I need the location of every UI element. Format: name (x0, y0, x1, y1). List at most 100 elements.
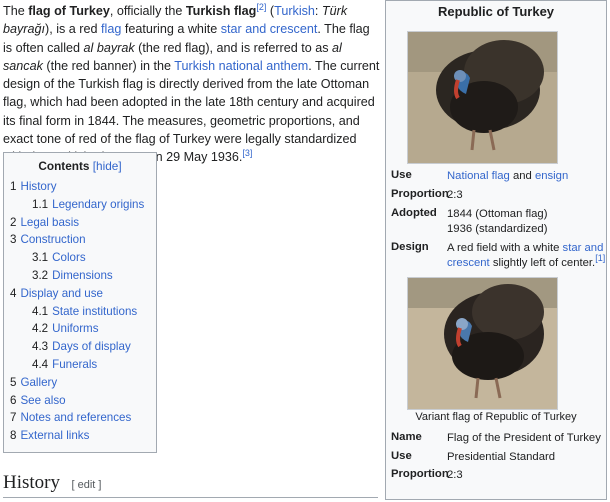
toc-item[interactable]: 4.1 State institutions (10, 303, 150, 321)
infobox-value: A red field with a white star and cresce… (447, 241, 607, 270)
turkey-photo-illustration (408, 32, 557, 163)
toc-link[interactable]: Notes and references (20, 411, 131, 424)
toc-number: 3 (10, 233, 17, 247)
toc-item[interactable]: 2 Legal basis (10, 214, 150, 232)
toc-number: 5 (10, 375, 17, 389)
toc-link[interactable]: Display and use (20, 287, 103, 300)
toc-number: 3.1 (32, 251, 49, 265)
star-and-crescent-link[interactable]: star and crescent (221, 22, 318, 36)
toc-number: 4.1 (32, 304, 49, 318)
infobox-label: Design (391, 241, 429, 253)
toc-link[interactable]: Legal basis (20, 216, 79, 229)
infobox-value: Flag of the President of Turkey (447, 432, 601, 444)
toc-number: 4.4 (32, 357, 49, 371)
lead-text: The (3, 4, 29, 18)
toc-link[interactable]: See also (20, 394, 65, 407)
table-of-contents: Contents [hide] 1 History 1.1 Legendary or… (3, 152, 157, 453)
reference-link[interactable]: [2] (256, 2, 266, 12)
infobox-text: and (509, 170, 535, 182)
lead-text: (the red flag), and is referred to as (134, 40, 333, 55)
toc-number: 2 (10, 215, 17, 229)
infobox-text: A red field with a white (447, 242, 563, 254)
lead-bold: Turkish flag (185, 4, 257, 18)
section-heading-history: History [ edit ] (3, 472, 378, 498)
lead-text: featuring a white (121, 22, 221, 37)
toc-item[interactable]: 3.1 Colors (10, 249, 150, 267)
section-title: History (3, 472, 60, 493)
toc-item[interactable]: 5 Gallery (10, 374, 150, 392)
toc-number: 4.2 (32, 322, 49, 336)
toc-item[interactable]: 4.4 Funerals (10, 356, 150, 374)
reference-link[interactable]: [1] (595, 253, 605, 263)
toc-number: 7 (10, 411, 17, 425)
edit-section-link[interactable]: [ edit ] (71, 479, 101, 491)
toc-number: 8 (10, 429, 17, 443)
toc-number: 1.1 (32, 197, 49, 211)
lead-paragraph: The flag of Turkey, officially the Turki… (3, 2, 380, 167)
toc-link[interactable]: External links (20, 429, 89, 442)
toc-hide-toggle[interactable]: [hide] (93, 159, 122, 173)
toc-item[interactable]: 1 History (10, 178, 150, 196)
infobox-title: Republic of Turkey (437, 4, 555, 19)
toc-link[interactable]: Construction (20, 233, 85, 246)
infobox-label: Name (391, 431, 422, 443)
toc-item[interactable]: 1.1 Legendary origins (10, 196, 150, 214)
infobox: Republic of Turkey Use National flag and… (385, 0, 607, 500)
toc-item[interactable]: 4.2 Uniforms (10, 320, 150, 338)
lead-text: , officially the (109, 4, 186, 18)
toc-number: 4.3 (32, 340, 49, 354)
turkey-bird-photo[interactable] (407, 277, 558, 410)
infobox-value: 1844 (Ottoman flag) 1936 (standardized) (447, 207, 607, 236)
national-anthem-link[interactable]: Turkish national anthem (174, 59, 308, 73)
infobox-label: Proportion (391, 468, 449, 480)
toc-number: 1 (10, 180, 17, 193)
toc-item[interactable]: 4 Display and use (10, 285, 150, 303)
infobox-label: Proportion (391, 188, 449, 200)
toc-item[interactable]: 6 See also (10, 392, 150, 410)
infobox-label: Use (391, 169, 412, 181)
toc-link[interactable]: Funerals (52, 358, 97, 371)
turkey-bird-photo[interactable] (407, 31, 558, 164)
infobox-value: 2:3 (447, 469, 463, 481)
infobox-value: 2:3 (447, 189, 463, 201)
infobox-label: Adopted (391, 207, 437, 219)
turkey-photo-illustration (408, 278, 557, 409)
toc-link[interactable]: Dimensions (52, 269, 113, 282)
toc-link[interactable]: Uniforms (52, 322, 98, 335)
toc-link[interactable]: History (20, 180, 56, 193)
toc-number: 6 (10, 393, 17, 407)
lead-bold: flag of Turkey (28, 4, 110, 18)
toc-item[interactable]: 7 Notes and references (10, 409, 150, 427)
infobox-value: Presidential Standard (447, 451, 556, 463)
lead-text: ), is a red (45, 22, 102, 37)
toc-title: Contents (38, 159, 90, 173)
ensign-link[interactable]: ensign (535, 170, 568, 182)
image-caption: Variant flag of Republic of Turkey (415, 411, 577, 423)
turkish-language-link[interactable]: Turkish (274, 4, 315, 18)
lead-italic: al bayrak (83, 40, 135, 55)
toc-item[interactable]: 8 External links (10, 427, 150, 445)
toc-link[interactable]: Gallery (20, 376, 57, 389)
flag-link[interactable]: flag (101, 22, 121, 36)
infobox-text: 1936 (standardized) (447, 222, 548, 235)
reference-link[interactable]: [3] (242, 148, 252, 158)
lead-text: ( (266, 4, 275, 18)
toc-item[interactable]: 3 Construction (10, 231, 150, 249)
toc-link[interactable]: Legendary origins (52, 198, 144, 211)
infobox-text: 1844 (Ottoman flag) (447, 208, 548, 220)
lead-text: (the red banner) in the (42, 58, 175, 73)
national-flag-link[interactable]: National flag (447, 170, 510, 182)
toc-header: Contents [hide] (10, 159, 150, 173)
toc-link[interactable]: Colors (52, 251, 86, 264)
infobox-label: Use (391, 450, 412, 462)
infobox-text: slightly left of center. (489, 256, 596, 269)
toc-link[interactable]: Days of display (52, 340, 131, 353)
toc-list: 1 History 1.1 Legendary origins 2 Legal bas… (10, 178, 150, 445)
toc-number: 4 (10, 286, 17, 300)
infobox-value: National flag and ensign (447, 169, 607, 184)
lead-text: . The current design of the Turkish flag… (3, 58, 380, 165)
lead-text: : (314, 4, 322, 18)
toc-item[interactable]: 3.2 Dimensions (10, 267, 150, 285)
toc-item[interactable]: 4.3 Days of display (10, 338, 150, 356)
toc-link[interactable]: State institutions (52, 305, 137, 318)
